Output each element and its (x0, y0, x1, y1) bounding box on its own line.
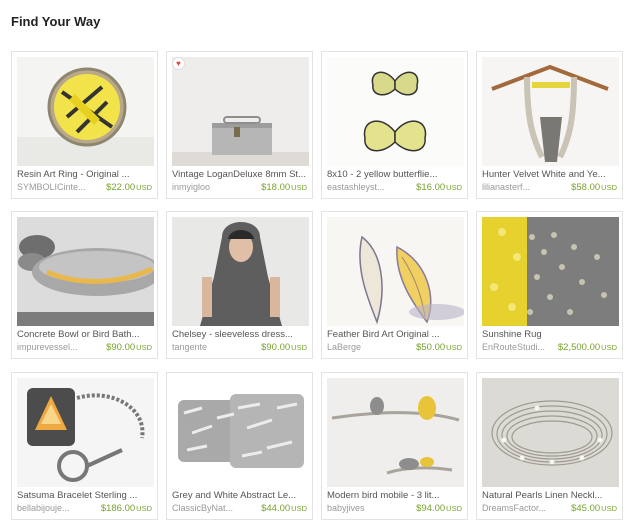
product-title[interactable]: Concrete Bowl or Bird Bath... (17, 329, 154, 340)
concrete-bowl-icon (17, 217, 154, 326)
currency: USD (136, 183, 152, 192)
product-title[interactable]: 8x10 - 2 yellow butterflie... (327, 169, 464, 180)
shop-name[interactable]: LaBerge (327, 342, 411, 352)
product-image[interactable] (327, 378, 464, 487)
price-value: $186.00 (100, 503, 136, 514)
currency: USD (291, 343, 307, 352)
hooded-dress-icon (172, 217, 309, 326)
shop-name[interactable]: DreamsFactor... (482, 503, 566, 513)
bird-mobile-icon (327, 378, 464, 487)
product-price: $45.00USD (571, 503, 617, 514)
product-price: $58.00USD (571, 182, 617, 193)
product-price: $50.00USD (416, 342, 462, 353)
product-card[interactable]: Resin Art Ring - Original ... SYMBOLICin… (11, 51, 158, 199)
shop-name[interactable]: babyjives (327, 503, 411, 513)
product-title[interactable]: Hunter Velvet White and Ye... (482, 169, 619, 180)
product-image[interactable] (482, 378, 619, 487)
price-value: $50.00 (416, 342, 446, 353)
currency: USD (136, 504, 152, 513)
resin-ring-icon (17, 57, 154, 166)
product-card[interactable]: Modern bird mobile - 3 lit... babyjives … (321, 372, 468, 520)
product-card[interactable]: 8x10 - 2 yellow butterflie... eastashley… (321, 51, 468, 199)
product-image[interactable] (482, 57, 619, 166)
product-image[interactable] (17, 57, 154, 166)
shop-name[interactable]: eastashleyst... (327, 182, 411, 192)
product-price: $16.00USD (416, 182, 462, 193)
product-title[interactable]: Vintage LoganDeluxe 8mm St... (172, 169, 309, 180)
butterflies-icon (327, 57, 464, 166)
price-value: $58.00 (571, 182, 601, 193)
currency: USD (291, 183, 307, 192)
rug-icon (482, 217, 619, 326)
currency: USD (136, 343, 152, 352)
product-image[interactable] (17, 217, 154, 326)
shop-name[interactable]: SYMBOLICinte... (17, 182, 101, 192)
product-image[interactable] (172, 378, 309, 487)
product-price: $90.00USD (106, 342, 152, 353)
favorite-heart-icon[interactable]: ♥ (172, 57, 185, 70)
pillows-icon (172, 378, 309, 487)
product-card[interactable]: Satsuma Bracelet Sterling ... bellabijou… (11, 372, 158, 520)
price-value: $94.00 (416, 503, 446, 514)
bracelet-icon (17, 378, 154, 487)
price-value: $45.00 (571, 503, 601, 514)
product-card[interactable]: Feather Bird Art Original ... LaBerge $5… (321, 211, 468, 359)
product-image[interactable] (172, 217, 309, 326)
currency: USD (601, 343, 617, 352)
product-image[interactable] (327, 57, 464, 166)
currency: USD (446, 504, 462, 513)
shop-name[interactable]: impurevessel... (17, 342, 101, 352)
shop-name[interactable]: lilianasterf... (482, 182, 566, 192)
currency: USD (601, 504, 617, 513)
product-card[interactable]: Concrete Bowl or Bird Bath... impurevess… (11, 211, 158, 359)
product-price: $22.00USD (106, 182, 152, 193)
vintage-case-icon (172, 57, 309, 166)
price-value: $2,500.00 (557, 342, 601, 353)
product-image[interactable] (482, 217, 619, 326)
pearl-linen-icon (482, 378, 619, 487)
product-title[interactable]: Modern bird mobile - 3 lit... (327, 490, 464, 501)
product-card[interactable]: Natural Pearls Linen Neckl... DreamsFact… (476, 372, 623, 520)
necklace-hanger-icon (482, 57, 619, 166)
product-price: $186.00USD (101, 503, 152, 514)
product-price: $90.00USD (261, 342, 307, 353)
product-title[interactable]: Grey and White Abstract Le... (172, 490, 309, 501)
product-card[interactable]: Chelsey - sleeveless dress... tangente $… (166, 211, 313, 359)
product-title[interactable]: Natural Pearls Linen Neckl... (482, 490, 619, 501)
price-value: $44.00 (261, 503, 291, 514)
product-title[interactable]: Resin Art Ring - Original ... (17, 169, 154, 180)
product-title[interactable]: Feather Bird Art Original ... (327, 329, 464, 340)
shop-name[interactable]: inmyigloo (172, 182, 256, 192)
shop-name[interactable]: tangente (172, 342, 256, 352)
product-card[interactable]: Hunter Velvet White and Ye... lilianaste… (476, 51, 623, 199)
product-image[interactable] (172, 57, 309, 166)
feathers-icon (327, 217, 464, 326)
product-title[interactable]: Chelsey - sleeveless dress... (172, 329, 309, 340)
product-image[interactable] (327, 217, 464, 326)
product-price: $44.00USD (261, 503, 307, 514)
product-title[interactable]: Sunshine Rug (482, 329, 619, 340)
price-value: $18.00 (261, 182, 291, 193)
currency: USD (446, 183, 462, 192)
shop-name[interactable]: bellabijouje... (17, 503, 101, 513)
product-grid: Resin Art Ring - Original ... SYMBOLICin… (0, 0, 640, 527)
price-value: $16.00 (416, 182, 446, 193)
product-price: $18.00USD (261, 182, 307, 193)
product-price: $94.00USD (416, 503, 462, 514)
product-card[interactable]: Sunshine Rug EnRouteStudi... $2,500.00US… (476, 211, 623, 359)
price-value: $90.00 (106, 342, 136, 353)
currency: USD (291, 504, 307, 513)
product-image[interactable] (17, 378, 154, 487)
shop-name[interactable]: ClassicByNat... (172, 503, 256, 513)
product-title[interactable]: Satsuma Bracelet Sterling ... (17, 490, 154, 501)
price-value: $90.00 (261, 342, 291, 353)
currency: USD (601, 183, 617, 192)
product-card[interactable]: Grey and White Abstract Le... ClassicByN… (166, 372, 313, 520)
price-value: $22.00 (106, 182, 136, 193)
product-price: $2,500.00USD (558, 342, 617, 353)
currency: USD (446, 343, 462, 352)
product-card[interactable]: ♥ Vintage LoganDeluxe 8mm St... inmyiglo… (166, 51, 313, 199)
shop-name[interactable]: EnRouteStudi... (482, 342, 566, 352)
